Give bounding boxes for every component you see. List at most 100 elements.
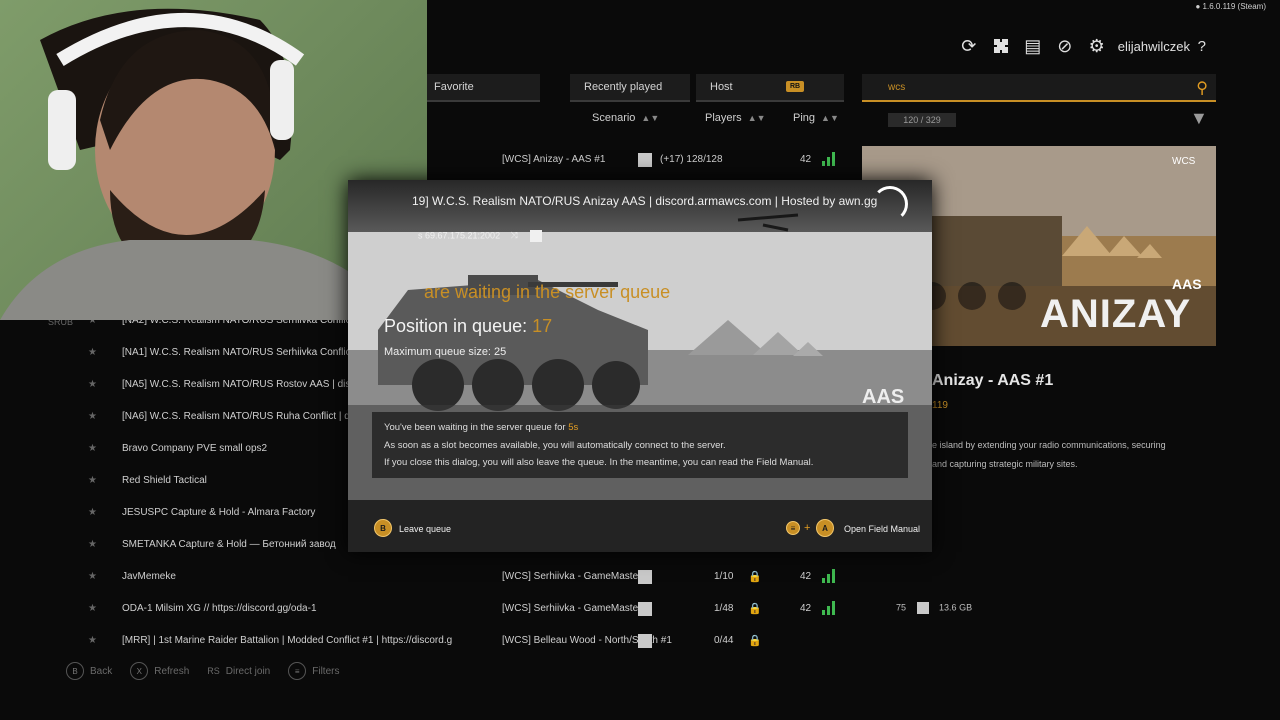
result-count: 120 / 329 <box>888 113 956 127</box>
username[interactable]: elijahwilczek <box>1118 39 1190 54</box>
image-title: ANIZAY <box>1040 292 1192 336</box>
favorite-star-icon[interactable]: ★ <box>88 347 97 358</box>
news-icon[interactable]: ▤ <box>1022 35 1044 57</box>
bottom-hints: B Back X Refresh RS Direct join ≡ Filters <box>66 662 339 680</box>
menu-button-icon: ≡ <box>288 662 307 680</box>
favorite-star-icon[interactable]: ★ <box>88 475 97 486</box>
wcs-logo: WCS <box>1172 156 1196 167</box>
gear-icon[interactable]: ⚙ <box>1086 35 1108 57</box>
column-label: Players <box>705 112 742 124</box>
server-players: 1/10 <box>714 571 734 582</box>
info-line: As soon as a slot becomes available, you… <box>384 440 726 451</box>
plus-sign: + <box>804 522 811 534</box>
ping-bars-icon <box>822 569 835 583</box>
mode-tag: AAS <box>862 386 905 408</box>
server-scenario: [WCS] Anizay - AAS #1 <box>502 154 606 165</box>
favorite-star-icon[interactable]: ★ <box>88 635 97 646</box>
detail-description: e island by extending your radio communi… <box>932 436 1192 474</box>
favorite-star-icon[interactable]: ★ <box>88 603 97 614</box>
mods-icon <box>638 570 652 584</box>
search-field[interactable]: wcs ⚲ <box>862 74 1216 102</box>
refresh-icon[interactable]: ⟳ <box>958 35 980 57</box>
top-toolbar: ⟳ ▤ ⊘ ⚙ elijahwilczek <box>958 34 1190 58</box>
detail-subtitle: 119 <box>932 400 948 411</box>
tab-favorite[interactable]: Favorite <box>420 74 540 102</box>
server-players: (+17) 128/128 <box>660 154 723 165</box>
a-button-icon: A <box>816 519 834 537</box>
mods-icon <box>916 602 929 614</box>
mod-count: 75 <box>896 602 907 613</box>
wait-time-line: You've been waiting in the server queue … <box>384 422 578 433</box>
desc-line: and capturing strategic military sites. <box>932 459 1078 469</box>
column-ping[interactable]: Ping ▲▼ <box>793 112 839 124</box>
tab-label: Host <box>710 81 733 93</box>
x-button-icon: X <box>130 662 149 680</box>
queue-info-box: You've been waiting in the server queue … <box>372 412 908 478</box>
server-address: s 69.67.175.21:2002 ⤨ <box>418 230 543 242</box>
server-players: 0/44 <box>714 635 734 646</box>
crossplay-icon: ⤨ <box>510 230 518 241</box>
mods-icon <box>638 153 652 167</box>
server-row[interactable]: ★ ODA-1 Milsim XG // https://discord.gg/o… <box>40 594 840 626</box>
server-name: ODA-1 Milsim XG // https://discord.gg/od… <box>122 603 317 614</box>
ping-bars-icon <box>822 152 835 166</box>
detail-meta: 75 13.6 GB <box>896 602 972 614</box>
max-queue-size: Maximum queue size: 25 <box>384 346 507 358</box>
column-players[interactable]: Players ▲▼ <box>705 112 766 124</box>
filter-icon[interactable]: ▼ <box>1190 108 1208 129</box>
favorite-star-icon[interactable]: ★ <box>88 379 97 390</box>
b-button-icon: B <box>66 662 84 680</box>
leave-queue-label: Leave queue <box>399 524 452 534</box>
queue-position: Position in queue: 17 <box>384 316 552 337</box>
wait-prefix: You've been waiting in the server queue … <box>384 422 566 433</box>
direct-join-hint[interactable]: RS Direct join <box>207 666 270 677</box>
menu-button-icon: ≡ <box>786 521 800 535</box>
ping-bars-icon <box>822 601 835 615</box>
loading-spinner-icon <box>872 186 908 222</box>
back-hint[interactable]: B Back <box>66 662 112 680</box>
tab-recently-played[interactable]: Recently played <box>570 74 690 102</box>
mods-icon[interactable] <box>990 35 1012 57</box>
search-icon[interactable]: ⚲ <box>1196 78 1208 98</box>
server-players: 1/48 <box>714 603 734 614</box>
hint-label: Refresh <box>154 665 190 677</box>
server-ping: 42 <box>800 603 812 614</box>
server-ping: 42 <box>800 571 812 582</box>
version-label: ● 1.6.0.119 (Steam) <box>1195 2 1266 11</box>
server-queue-dialog: 19] W.C.S. Realism NATO/RUS Anizay AAS |… <box>348 180 932 552</box>
help-button[interactable]: ? <box>1198 38 1206 55</box>
open-field-manual-label: Open Field Manual <box>844 524 921 534</box>
favorite-star-icon[interactable]: ★ <box>88 443 97 454</box>
server-scenario: [WCS] Serhiivka - GameMaster <box>502 603 642 614</box>
server-name: JavMemeke <box>122 571 176 582</box>
favorite-star-icon[interactable]: ★ <box>88 539 97 550</box>
position-value: 17 <box>532 316 553 336</box>
queue-heading: are waiting in the server queue <box>424 282 671 302</box>
rs-button-icon: RS <box>207 666 220 676</box>
mods-icon <box>530 230 543 242</box>
column-label: Scenario <box>592 112 636 124</box>
favorite-star-icon[interactable]: ★ <box>88 571 97 582</box>
filters-hint[interactable]: ≡ Filters <box>288 662 339 680</box>
hint-label: Filters <box>312 665 340 677</box>
favorite-star-icon[interactable]: ★ <box>88 507 97 518</box>
hint-label: Back <box>90 665 113 677</box>
server-scenario: [WCS] Serhiivka - GameMaster <box>502 571 642 582</box>
server-row[interactable]: ★ [MRR] | 1st Marine Raider Battalion | M… <box>40 626 840 658</box>
hint-label: Direct join <box>225 665 271 677</box>
sort-icon: ▲▼ <box>641 113 660 123</box>
tab-host[interactable]: Host <box>696 74 844 102</box>
favorite-star-icon[interactable]: ★ <box>88 411 97 422</box>
lock-icon: 🔒 <box>748 571 762 583</box>
dialog-hero-image: 19] W.C.S. Realism NATO/RUS Anizay AAS |… <box>348 180 932 500</box>
column-scenario[interactable]: Scenario ▲▼ <box>592 112 659 124</box>
info-line: If you close this dialog, you will also … <box>384 457 814 468</box>
refresh-hint[interactable]: X Refresh <box>130 662 189 680</box>
b-button-icon: B <box>374 519 392 537</box>
search-input[interactable]: wcs <box>888 82 905 93</box>
mods-icon <box>638 602 652 616</box>
dialog-footer: B Leave queue ≡ + A Open Field Manual <box>348 500 932 552</box>
server-row[interactable]: ★ JavMemeke [WCS] Serhiivka - GameMaster 1/… <box>40 562 840 594</box>
blocklist-icon[interactable]: ⊘ <box>1054 35 1076 57</box>
position-label: Position in queue: <box>384 316 528 336</box>
